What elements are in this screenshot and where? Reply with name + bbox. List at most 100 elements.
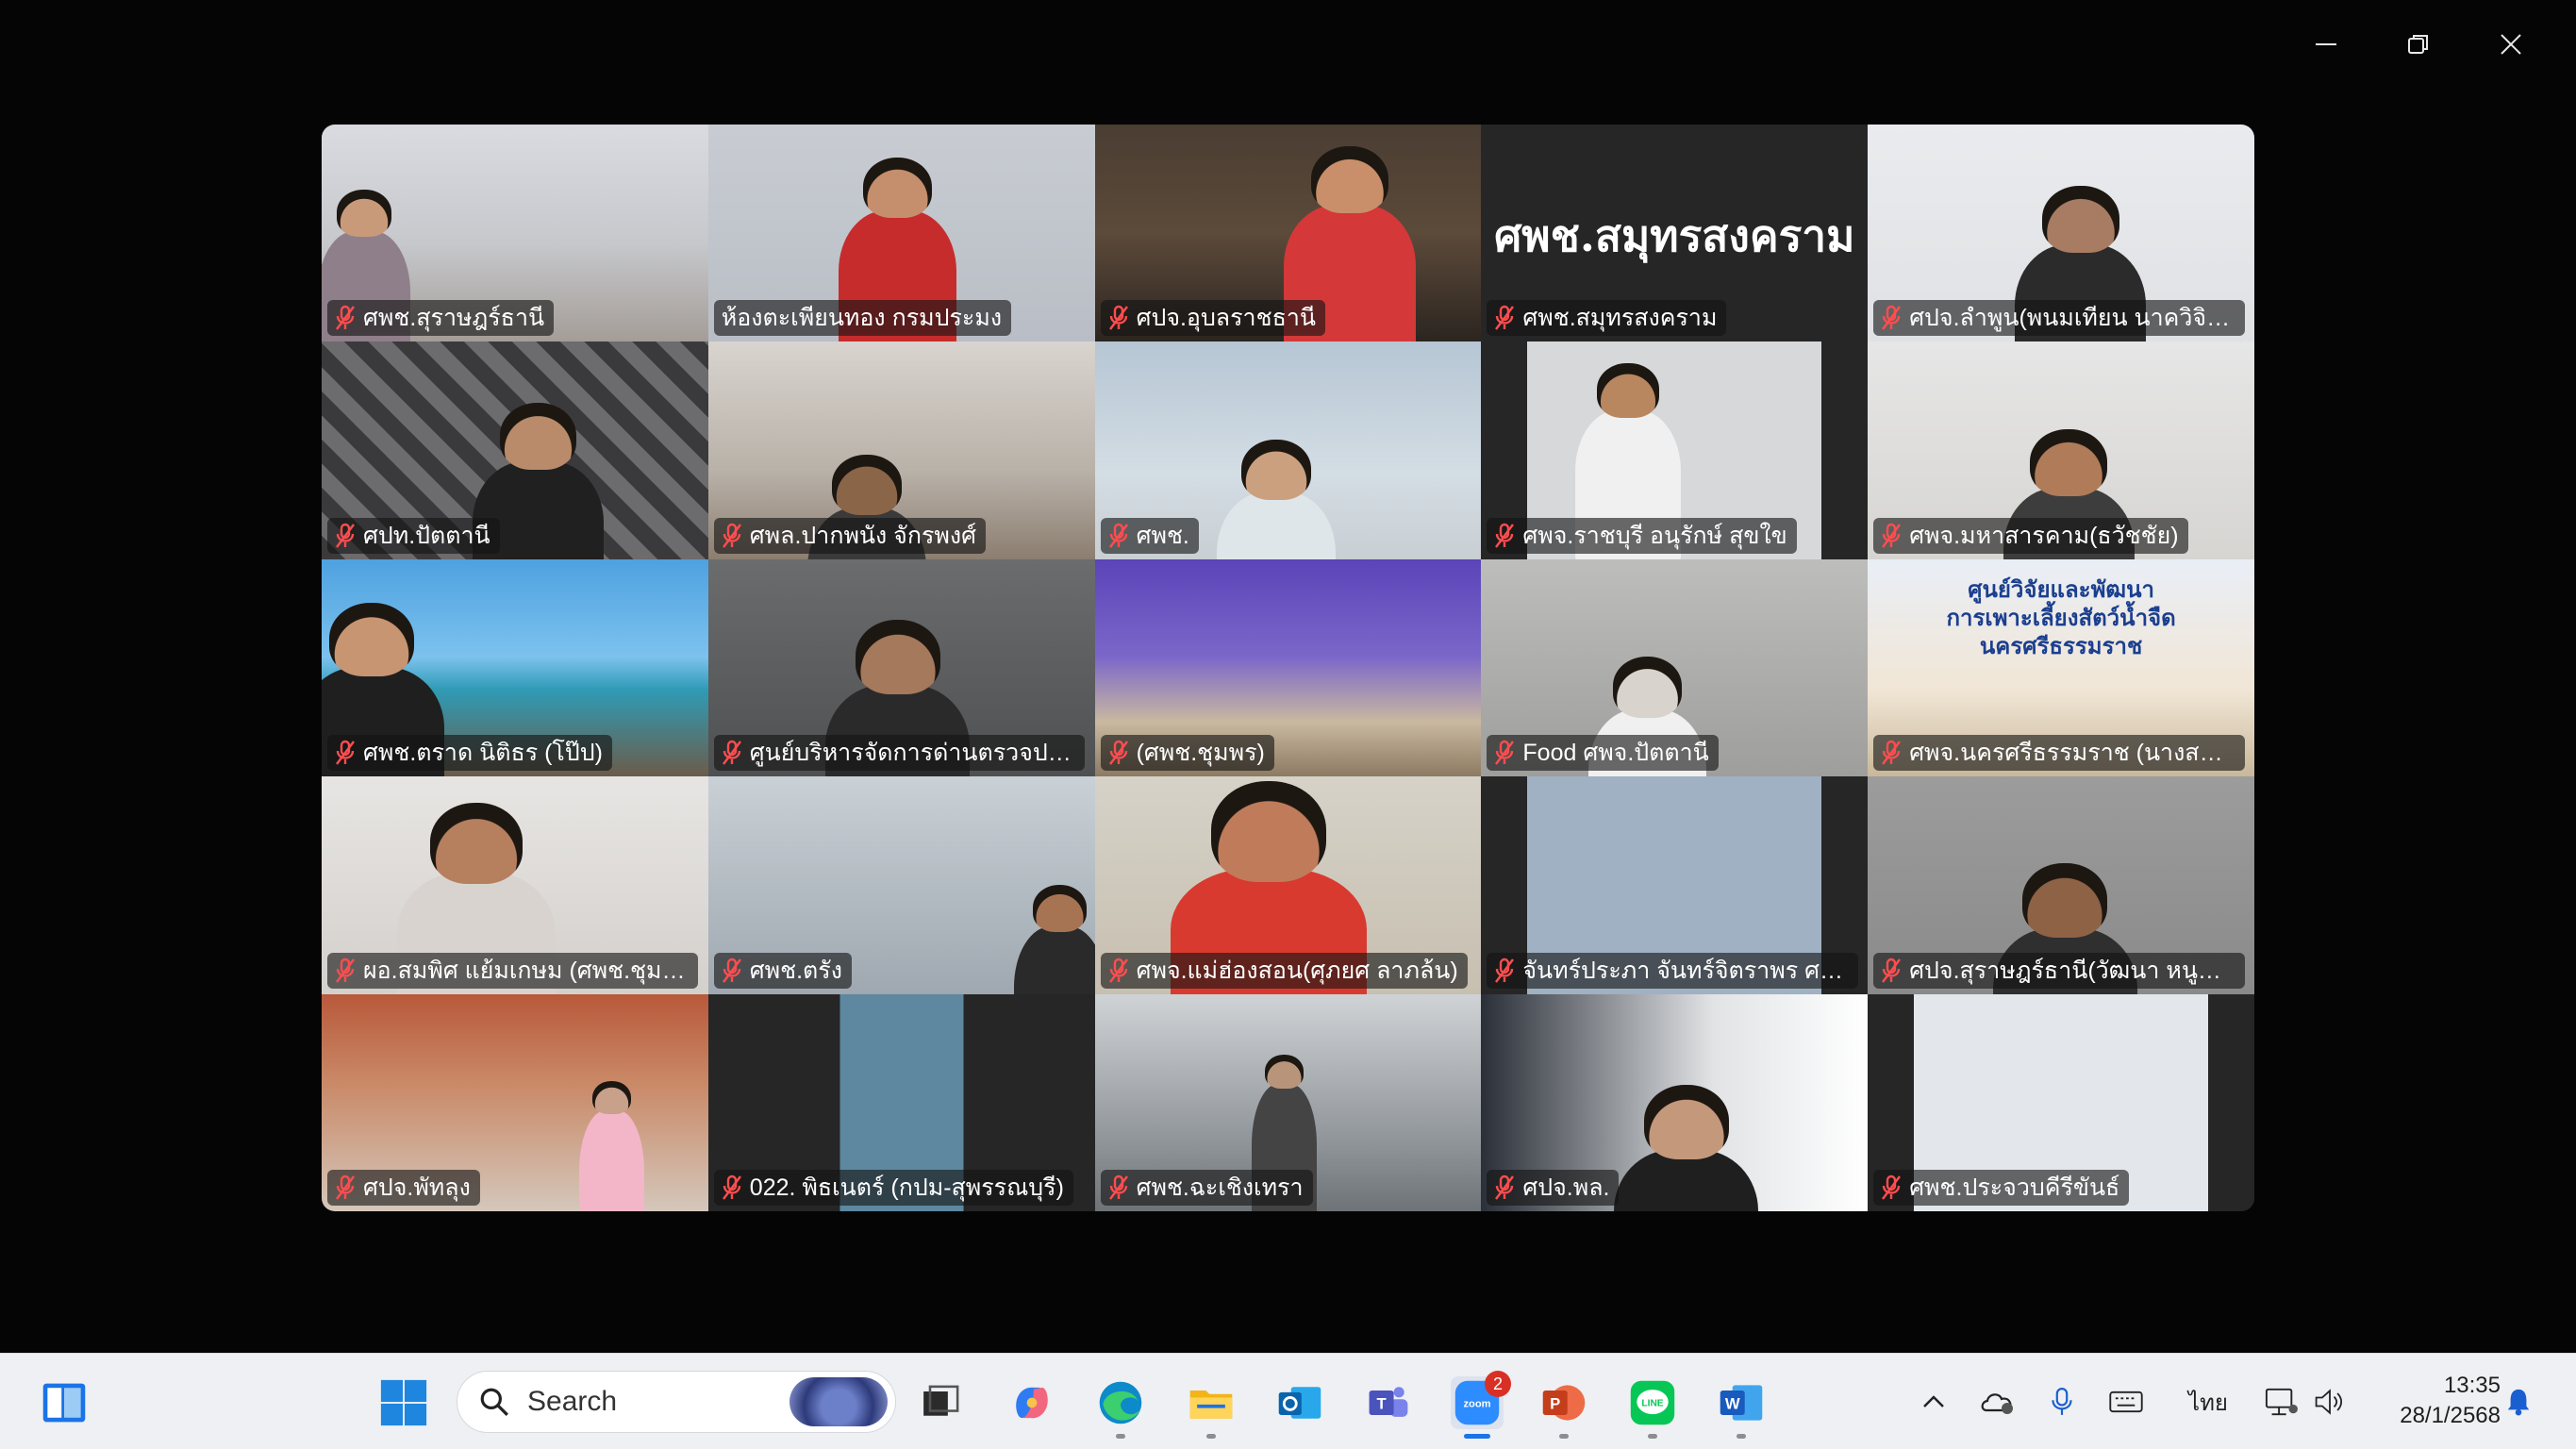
participant-name: 022. พิธเนตร์ (กปม-สุพรรณบุรี)	[749, 1174, 1064, 1201]
participant-name: (ศพช.ชุมพร)	[1136, 740, 1265, 767]
restore-button[interactable]	[2372, 17, 2465, 72]
muted-microphone-icon	[1495, 306, 1515, 331]
restore-icon	[2408, 35, 2428, 54]
participant-video-tile[interactable]: ศปจ.พล.	[1481, 993, 1869, 1211]
muted-microphone-icon	[722, 740, 741, 765]
copilot-button[interactable]	[1005, 1376, 1058, 1429]
teams-button[interactable]: T	[1362, 1376, 1415, 1429]
participant-video-tile[interactable]: ศพช.สมุทรสงคราม ศพช.สมุทรสงคราม	[1481, 125, 1869, 342]
widgets-button[interactable]	[38, 1376, 91, 1429]
muted-microphone-icon	[336, 740, 355, 765]
speaker-icon	[2315, 1389, 2343, 1415]
running-indicator	[1648, 1434, 1657, 1439]
participant-video-tile[interactable]: จันทร์ประภา จันทร์จิตราพร ศปปจ...	[1481, 776, 1869, 994]
show-hidden-icons-button[interactable]	[1915, 1382, 1953, 1422]
participant-video-tile[interactable]: ศพจ.ราชบุรี อนุรักษ์ สุขใข	[1481, 341, 1869, 559]
svg-text:zoom: zoom	[1463, 1399, 1490, 1410]
participant-head	[429, 802, 524, 884]
participant-video-tile[interactable]: 022. พิธเนตร์ (กปม-สุพรรณบุรี)	[707, 993, 1095, 1211]
participant-video-tile[interactable]: ศพจ.มหาสารคาม(ธวัชชัย)	[1868, 341, 2254, 559]
microphone-icon	[2052, 1388, 2072, 1415]
participant-video-tile[interactable]: ศูนย์วิจัยและพัฒนา การเพาะเลี้ยงสัตว์น้ำจ…	[1868, 558, 2254, 777]
file-explorer-button[interactable]	[1185, 1376, 1238, 1439]
powerpoint-button[interactable]: P	[1537, 1376, 1590, 1439]
close-button[interactable]	[2465, 17, 2557, 72]
volume-button[interactable]	[2309, 1382, 2351, 1422]
svg-text:W: W	[1725, 1395, 1740, 1413]
participant-video-tile[interactable]: ศปจ.ลำพูน(พนมเทียน นาควิจิตร)	[1868, 125, 2254, 342]
muted-microphone-icon	[1108, 523, 1128, 548]
participant-name: ศพช.ประจวบคีรีขันธ์	[1909, 1174, 2120, 1201]
participant-video-tile[interactable]: ผอ.สมพิศ แย้มเกษม (ศพช.ชุมพร)	[322, 776, 708, 994]
teams-icon: T	[1369, 1387, 1408, 1417]
search-placeholder: Search	[527, 1386, 618, 1417]
task-view-button[interactable]	[915, 1376, 968, 1429]
taskbar-clock[interactable]: 13:35 28/1/2568	[2400, 1371, 2501, 1431]
participant-name: ศปจ.สุราษฎร์ธานี(วัฒนา หนูนิล)	[1909, 957, 2235, 984]
participant-name: ศปจ.ลำพูน(พนมเทียน นาควิจิตร)	[1909, 305, 2235, 332]
muted-microphone-icon	[1108, 740, 1128, 765]
participant-body	[578, 1109, 645, 1211]
muted-microphone-icon	[336, 958, 355, 983]
participant-name-tag: ห้องตะเพียนทอง กรมประมง	[713, 300, 1012, 337]
participant-name-tag: ศปท.ปัตตานี	[327, 517, 500, 554]
participant-name-tag: ศพจ.นครศรีธรรมราช (นางสาวนิภ...	[1873, 735, 2245, 772]
taskbar-search-box[interactable]: Search	[457, 1371, 896, 1433]
participant-video-tile[interactable]: ศพช.ตราด นิติธร (โป๊ป)	[322, 558, 708, 777]
participant-head	[1311, 146, 1389, 214]
network-button[interactable]	[2260, 1382, 2302, 1422]
participant-name: ศปท.ปัตตานี	[363, 522, 490, 549]
participant-video-tile[interactable]: ศพช.ตรัง	[707, 776, 1095, 994]
cloud-icon	[1981, 1393, 2013, 1414]
word-icon: W	[1720, 1385, 1763, 1421]
participant-head	[2041, 185, 2119, 253]
notifications-button[interactable]	[2500, 1382, 2537, 1422]
participant-video-tile[interactable]: ศปจ.อุบลราชธานี	[1094, 125, 1482, 342]
participant-video-tile[interactable]: ศพจ.แม่ฮ่องสอน(ศุภยศ ลาภล้น)	[1094, 776, 1482, 994]
outlook-button[interactable]	[1273, 1376, 1326, 1429]
participant-name: ศพช.	[1136, 522, 1189, 549]
participant-name-tag: ศปจ.สุราษฎร์ธานี(วัฒนา หนูนิล)	[1873, 952, 2245, 989]
participant-video-tile[interactable]: ศพล.ปากพนัง จักรพงศ์	[707, 341, 1095, 559]
participant-name: จันทร์ประภา จันทร์จิตราพร ศปปจ...	[1522, 957, 1849, 984]
participant-head	[2030, 428, 2108, 496]
participant-video-tile[interactable]: ศพช.ประจวบคีรีขันธ์	[1868, 993, 2254, 1211]
microphone-button[interactable]	[2043, 1382, 2081, 1422]
participant-video-tile[interactable]: ศปจ.สุราษฎร์ธานี(วัฒนา หนูนิล)	[1868, 776, 2254, 994]
window-controls	[2280, 17, 2557, 72]
input-language-indicator[interactable]: ไทย	[2185, 1382, 2232, 1422]
participant-name-tag: Food ศพจ.ปัตตานี	[1487, 735, 1719, 772]
start-button[interactable]	[377, 1376, 430, 1429]
participant-video-tile[interactable]: ศพช.	[1094, 341, 1482, 559]
word-button[interactable]: W	[1715, 1376, 1768, 1439]
participant-name: ศพช.ตรัง	[749, 957, 842, 984]
participant-name-tag: ศปจ.พัทลุง	[327, 1169, 480, 1206]
banner-line-1: ศูนย์วิจัยและพัฒนา	[1968, 576, 2154, 603]
running-indicator	[1737, 1434, 1746, 1439]
participant-head	[862, 157, 933, 218]
participant-video-tile[interactable]: (ศพช.ชุมพร)	[1094, 558, 1482, 777]
edge-browser-button[interactable]	[1094, 1376, 1147, 1439]
virtual-background-banner: ศูนย์วิจัยและพัฒนา การเพาะเลี้ยงสัตว์น้ำจ…	[1868, 576, 2254, 661]
participant-video-tile[interactable]: ศพช.ฉะเชิงเทรา	[1094, 993, 1482, 1211]
participant-name-tag: ศพช.สมุทรสงคราม	[1487, 300, 1727, 337]
edge-icon	[1099, 1381, 1142, 1424]
participant-video-tile[interactable]: ห้องตะเพียนทอง กรมประมง	[707, 125, 1095, 342]
participant-video-tile[interactable]: ศปจ.พัทลุง	[322, 993, 708, 1211]
clock-time: 13:35	[2443, 1373, 2501, 1398]
participant-name: Food ศพจ.ปัตตานี	[1522, 740, 1709, 767]
participant-video-tile[interactable]: Food ศพจ.ปัตตานี	[1481, 558, 1869, 777]
svg-text:P: P	[1550, 1395, 1560, 1413]
minimize-button[interactable]	[2280, 17, 2372, 72]
running-indicator	[1559, 1434, 1569, 1439]
zoom-button[interactable]: zoom 2	[1451, 1371, 1511, 1439]
muted-microphone-icon	[1108, 958, 1128, 983]
participant-video-tile[interactable]: ศปท.ปัตตานี	[322, 341, 708, 559]
participant-video-tile[interactable]: ศูนย์บริหารจัดการด่านตรวจประมง...	[707, 558, 1095, 777]
participant-name-tag: 022. พิธเนตร์ (กปม-สุพรรณบุรี)	[713, 1169, 1073, 1206]
onedrive-button[interactable]	[1977, 1382, 2019, 1422]
participant-video-tile[interactable]: ศพช.สุราษฎร์ธานี	[322, 125, 708, 342]
touch-keyboard-button[interactable]	[2105, 1382, 2147, 1422]
line-button[interactable]: LINE	[1626, 1376, 1679, 1439]
participant-name-tag: ศปจ.พล.	[1487, 1169, 1620, 1206]
